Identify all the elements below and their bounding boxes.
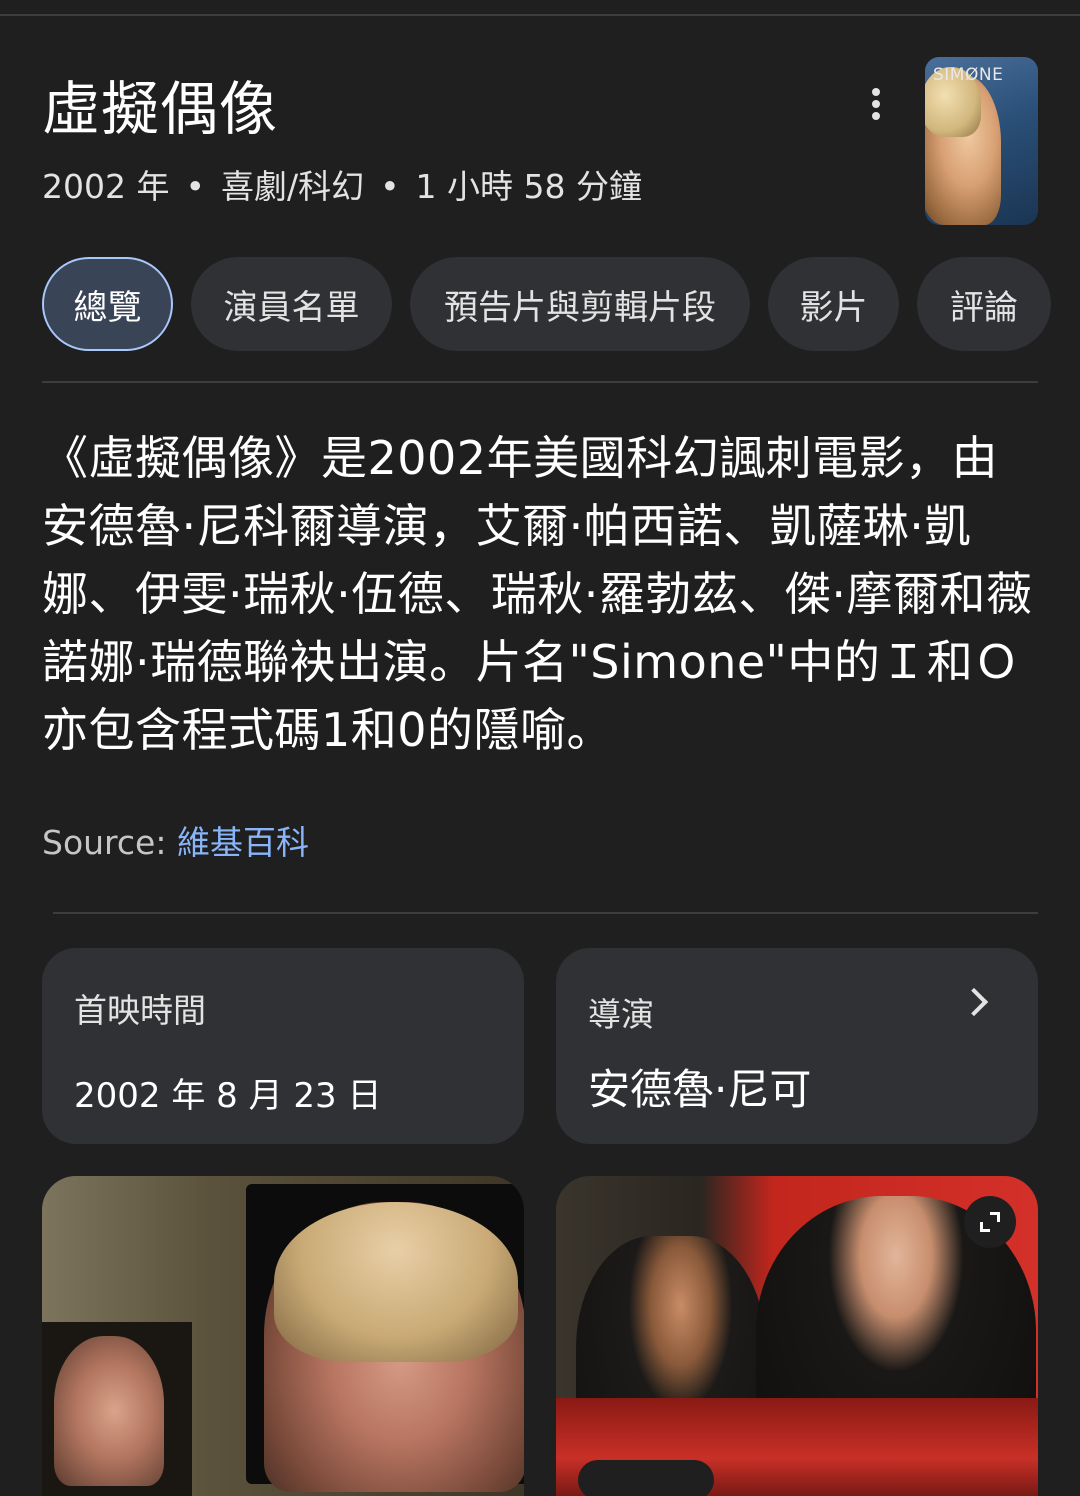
poster-title-text: SIMØNE bbox=[933, 65, 1004, 85]
tab-cast[interactable]: 演員名單 bbox=[191, 257, 392, 351]
movie-duration: 1 小時 58 分鐘 bbox=[415, 167, 643, 206]
source-link[interactable]: 維基百科 bbox=[177, 823, 309, 862]
chevron-right-icon bbox=[959, 987, 989, 1017]
tab-overview[interactable]: 總覽 bbox=[42, 257, 173, 351]
release-date-label: 首映時間 bbox=[74, 991, 206, 1030]
video-chip[interactable] bbox=[578, 1460, 714, 1496]
tab-bar: 總覽 演員名單 預告片與剪輯片段 影片 評論 bbox=[42, 257, 1051, 351]
release-date-value: 2002 年 8 月 23 日 bbox=[74, 1076, 382, 1116]
section-divider bbox=[53, 912, 1038, 914]
release-date-card: 首映時間 2002 年 8 月 23 日 bbox=[42, 948, 524, 1144]
movie-year: 2002 年 bbox=[42, 167, 170, 206]
director-card[interactable]: 導演 安德魯·尼可 bbox=[556, 948, 1038, 1144]
movie-meta: 2002 年 • 喜劇/科幻 • 1 小時 58 分鐘 bbox=[42, 160, 642, 208]
top-divider bbox=[0, 14, 1080, 16]
tab-videos[interactable]: 影片 bbox=[768, 257, 899, 351]
tab-reviews[interactable]: 評論 bbox=[917, 257, 1051, 351]
section-divider bbox=[42, 381, 1038, 383]
source-line: Source: 維基百科 bbox=[42, 816, 309, 864]
movie-genre: 喜劇/科幻 bbox=[220, 167, 365, 206]
source-label: Source: bbox=[42, 823, 167, 862]
movie-poster[interactable]: SIMØNE bbox=[925, 57, 1038, 225]
meta-separator: • bbox=[185, 167, 205, 206]
movie-still-image[interactable] bbox=[556, 1176, 1038, 1496]
movie-title: 虛擬偶像 bbox=[42, 75, 279, 143]
director-name: 安德魯·尼可 bbox=[588, 1065, 812, 1114]
director-label: 導演 bbox=[588, 995, 654, 1034]
movie-still-image[interactable] bbox=[42, 1176, 524, 1496]
tab-trailers-clips[interactable]: 預告片與剪輯片段 bbox=[410, 257, 750, 351]
more-vert-icon[interactable] bbox=[858, 82, 894, 126]
meta-separator: • bbox=[380, 167, 400, 206]
movie-description: 《虛擬偶像》是2002年美國科幻諷刺電影，由安德魯·尼科爾導演，艾爾·帕西諾、凱… bbox=[42, 431, 1033, 757]
expand-icon[interactable] bbox=[964, 1196, 1016, 1248]
